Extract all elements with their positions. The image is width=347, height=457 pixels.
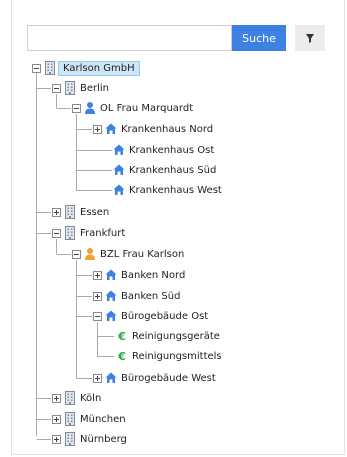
person-icon: [84, 247, 96, 261]
euro-icon: €: [118, 349, 126, 363]
tree-node-label[interactable]: Banken Süd: [121, 291, 180, 302]
house-icon: [113, 143, 125, 157]
house-icon: [113, 163, 125, 177]
tree-node-label[interactable]: Bürogebäude West: [121, 373, 216, 384]
building-icon: [64, 391, 76, 405]
collapse-toggle-icon[interactable]: [52, 228, 61, 238]
tree-node-berlin[interactable]: Berlin: [52, 79, 109, 97]
expand-toggle-icon[interactable]: [93, 373, 102, 383]
building-icon: [64, 226, 76, 240]
collapse-toggle-icon[interactable]: [52, 83, 61, 93]
expand-toggle-icon[interactable]: [93, 270, 102, 280]
tree-node-label[interactable]: Bürogebäude Ost: [121, 311, 208, 322]
tree-node-label[interactable]: München: [80, 414, 126, 425]
tree-node-reinigungsgeraete[interactable]: € Reinigungsgeräte: [116, 327, 220, 345]
tree-node-kh-ost[interactable]: Krankenhaus Ost: [113, 141, 214, 159]
house-icon: [113, 183, 125, 197]
tree-node-kh-west[interactable]: Krankenhaus West: [113, 181, 222, 199]
euro-icon: €: [118, 329, 126, 343]
tree-node-label[interactable]: Reinigungsgeräte: [132, 331, 220, 342]
house-icon: [105, 122, 117, 136]
tree-node-label[interactable]: Köln: [80, 393, 101, 404]
tree-node-label[interactable]: Banken Nord: [121, 270, 185, 281]
tree-node-ol-marquardt[interactable]: OL Frau Marquardt: [72, 99, 193, 117]
house-icon: [105, 289, 117, 303]
tree-node-kh-sued[interactable]: Krankenhaus Süd: [113, 161, 216, 179]
person-icon: [84, 101, 96, 115]
house-icon: [105, 268, 117, 282]
expand-toggle-icon[interactable]: [52, 207, 61, 217]
tree-node-label[interactable]: Krankenhaus Nord: [121, 124, 213, 135]
house-icon: [105, 309, 117, 323]
expand-toggle-icon[interactable]: [52, 434, 61, 444]
tree-node-label[interactable]: Berlin: [80, 83, 109, 94]
tree-node-banken-nord[interactable]: Banken Nord: [93, 266, 185, 284]
tree-node-label[interactable]: Nürnberg: [80, 434, 127, 445]
expand-toggle-icon[interactable]: [93, 124, 102, 134]
collapse-toggle-icon[interactable]: [32, 63, 41, 73]
tree-node-buero-west[interactable]: Bürogebäude West: [93, 369, 216, 387]
house-icon: [105, 371, 117, 385]
expand-toggle-icon[interactable]: [93, 291, 102, 301]
tree-node-label[interactable]: Krankenhaus Süd: [129, 165, 216, 176]
tree-node-frankfurt[interactable]: Frankfurt: [52, 224, 125, 242]
tree-node-root[interactable]: Karlson GmbH: [32, 59, 140, 77]
collapse-toggle-icon[interactable]: [93, 311, 102, 321]
tree-node-koeln[interactable]: Köln: [52, 389, 101, 407]
building-icon: [64, 205, 76, 219]
tree-node-label[interactable]: Karlson GmbH: [58, 60, 140, 76]
building-icon: [64, 81, 76, 95]
building-icon: [64, 412, 76, 426]
tree-node-label[interactable]: BZL Frau Karlson: [100, 249, 184, 260]
tree-node-kh-nord[interactable]: Krankenhaus Nord: [93, 120, 213, 138]
collapse-toggle-icon[interactable]: [72, 103, 81, 113]
tree-node-label[interactable]: Reinigungsmittels: [132, 351, 222, 362]
tree-node-label[interactable]: Frankfurt: [80, 228, 125, 239]
tree-node-label[interactable]: Essen: [80, 207, 109, 218]
expand-toggle-icon[interactable]: [52, 414, 61, 424]
tree-node-buero-ost[interactable]: Bürogebäude Ost: [93, 307, 208, 325]
tree-node-label[interactable]: Krankenhaus Ost: [129, 145, 214, 156]
expand-toggle-icon[interactable]: [52, 393, 61, 403]
collapse-toggle-icon[interactable]: [72, 249, 81, 259]
building-icon: [64, 432, 76, 446]
tree-node-muenchen[interactable]: München: [52, 410, 126, 428]
tree-node-label[interactable]: Krankenhaus West: [129, 185, 222, 196]
tree-node-nuernberg[interactable]: Nürnberg: [52, 430, 127, 448]
tree-node-reinigungsmittels[interactable]: € Reinigungsmittels: [116, 347, 222, 365]
building-icon: [44, 61, 56, 75]
tree-node-essen[interactable]: Essen: [52, 203, 109, 221]
tree-node-bzl-karlson[interactable]: BZL Frau Karlson: [72, 245, 184, 263]
tree-node-label[interactable]: OL Frau Marquardt: [100, 103, 193, 114]
tree-node-banken-sued[interactable]: Banken Süd: [93, 287, 180, 305]
